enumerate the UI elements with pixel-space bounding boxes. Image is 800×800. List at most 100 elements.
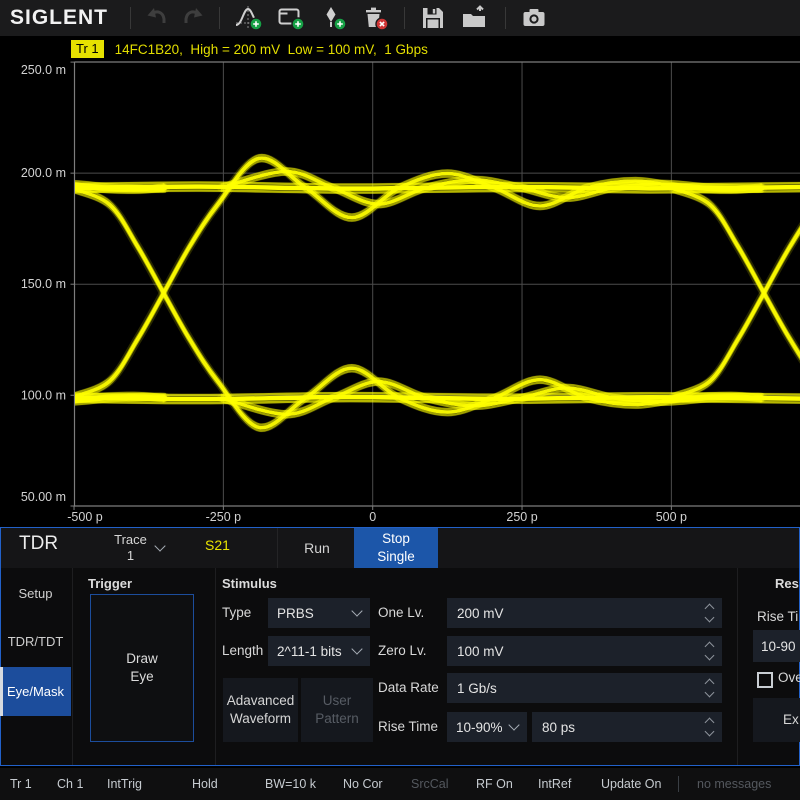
- status-no-cor[interactable]: No Cor: [343, 777, 383, 791]
- overlay-label: Ove: [778, 664, 800, 692]
- response-rise-time-dropdown[interactable]: 10-90: [753, 630, 800, 662]
- length-dropdown[interactable]: 2^11-1 bits: [268, 636, 370, 666]
- overlay-checkbox[interactable]: [757, 672, 773, 688]
- stop-single-button[interactable]: Stop Single: [354, 528, 438, 568]
- eye-diagram-plot[interactable]: 250.0 m 200.0 m 150.0 m 100.0 m 50.00 m-500 …: [0, 0, 800, 527]
- status-hold[interactable]: Hold: [192, 777, 218, 791]
- toolbar-separator: [505, 7, 506, 29]
- toolbar: SIGLENT: [0, 0, 800, 36]
- status-bw-10-k[interactable]: BW=10 k: [265, 777, 316, 791]
- rise-time-ref-value: 10-90%: [456, 720, 503, 735]
- response-rise-time-label: Rise Ti: [757, 606, 800, 628]
- svg-text:-250 p: -250 p: [206, 510, 241, 524]
- one-level-spinner: [706, 598, 713, 628]
- svg-text:100.0 m: 100.0 m: [21, 388, 66, 402]
- plot-grid: [71, 62, 800, 510]
- spinner-down-icon[interactable]: [705, 651, 715, 661]
- screenshot-icon: [521, 5, 547, 31]
- add-marker-icon: [319, 5, 347, 31]
- panel-divider: [737, 568, 738, 765]
- toolbar-separator: [219, 7, 220, 29]
- stimulus-group-title: Stimulus: [222, 576, 277, 591]
- redo-button[interactable]: [175, 2, 211, 34]
- status-bar: Tr 1Ch 1IntTrigHoldBW=10 kNo CorSrcCalRF…: [0, 768, 800, 800]
- svg-text:50.00 m: 50.00 m: [21, 490, 66, 504]
- data-rate-input[interactable]: 1 Gb/s: [447, 673, 722, 703]
- add-window-icon: [277, 5, 305, 31]
- chevron-down-icon: [351, 605, 362, 616]
- screenshot-button[interactable]: [514, 2, 554, 34]
- trigger-group-title: Trigger: [88, 576, 132, 591]
- status-ch-1[interactable]: Ch 1: [57, 777, 83, 791]
- spinner-down-icon[interactable]: [705, 613, 715, 623]
- chevron-down-icon: [351, 643, 362, 654]
- add-trace-icon: [234, 5, 264, 31]
- data-rate-value: 1 Gb/s: [457, 681, 497, 696]
- spinner-down-icon[interactable]: [705, 688, 715, 698]
- add-marker-button[interactable]: [312, 2, 354, 34]
- rise-time-input[interactable]: 80 ps: [532, 712, 722, 742]
- one-level-input[interactable]: 200 mV: [447, 598, 722, 628]
- data-rate-label: Data Rate: [378, 673, 439, 703]
- trace-badge[interactable]: Tr 1: [71, 40, 104, 58]
- undo-button[interactable]: [139, 2, 175, 34]
- type-label: Type: [222, 598, 251, 628]
- draw-eye-button[interactable]: Draw Eye: [90, 594, 194, 742]
- length-label: Length: [222, 636, 263, 666]
- add-window-button[interactable]: [270, 2, 312, 34]
- undo-icon: [144, 5, 170, 31]
- chevron-down-icon: [508, 719, 519, 730]
- trace-info-bar: Tr 1 14FC1B20, High = 200 mV Low = 100 m…: [71, 40, 428, 58]
- user-pattern-button[interactable]: User Pattern: [301, 678, 373, 742]
- rise-time-spinner: [706, 712, 713, 742]
- svg-text:200.0 m: 200.0 m: [21, 166, 66, 180]
- recall-icon: [461, 5, 489, 31]
- svg-text:150.0 m: 150.0 m: [21, 277, 66, 291]
- rise-time-ref-dropdown[interactable]: 10-90%: [447, 712, 527, 742]
- header-divider: [277, 528, 278, 568]
- export-button[interactable]: Ex: [753, 698, 800, 742]
- type-dropdown[interactable]: PRBS: [268, 598, 370, 628]
- status-tr-1[interactable]: Tr 1: [10, 777, 32, 791]
- status-rf-on[interactable]: RF On: [476, 777, 513, 791]
- advanced-waveform-button[interactable]: Adavanced Waveform: [223, 678, 298, 742]
- recall-button[interactable]: [453, 2, 497, 34]
- svg-text:250 p: 250 p: [506, 510, 537, 524]
- type-value: PRBS: [277, 606, 314, 621]
- s-parameter-label[interactable]: S21: [205, 537, 230, 553]
- svg-text:0: 0: [369, 510, 376, 524]
- save-button[interactable]: [413, 2, 453, 34]
- zero-level-label: Zero Lv.: [378, 636, 427, 666]
- data-rate-spinner: [706, 673, 713, 703]
- svg-text:500 p: 500 p: [656, 510, 687, 524]
- rise-time-label: Rise Time: [378, 712, 438, 742]
- delete-trace-button[interactable]: [354, 2, 396, 34]
- status-intref[interactable]: IntRef: [538, 777, 571, 791]
- one-level-value: 200 mV: [457, 606, 504, 621]
- sidebar-item-eye-mask[interactable]: Eye/Mask: [0, 667, 71, 716]
- trace-selector[interactable]: Trace 1: [98, 529, 180, 567]
- status-update-on[interactable]: Update On: [601, 777, 661, 791]
- status-no-messages: no messages: [697, 777, 771, 791]
- chevron-down-icon: [154, 540, 165, 551]
- svg-text:-500 p: -500 p: [67, 510, 102, 524]
- length-value: 2^11-1 bits: [277, 644, 342, 659]
- brand-logo: SIGLENT: [10, 6, 108, 30]
- sidebar-item-tdr-tdt[interactable]: TDR/TDT: [0, 626, 71, 656]
- run-button[interactable]: Run: [286, 529, 348, 567]
- svg-text:250.0 m: 250.0 m: [21, 63, 66, 77]
- zero-level-spinner: [706, 636, 713, 666]
- sidebar-item-setup[interactable]: Setup: [0, 578, 71, 608]
- zero-level-input[interactable]: 100 mV: [447, 636, 722, 666]
- eye-trace: [0, 155, 800, 431]
- delete-trace-icon: [361, 5, 389, 31]
- zero-level-value: 100 mV: [457, 644, 504, 659]
- axis-tick-labels: 250.0 m 200.0 m 150.0 m 100.0 m 50.00 m-500 …: [21, 63, 687, 524]
- spinner-down-icon[interactable]: [705, 727, 715, 737]
- response-rise-time-value: 10-90: [761, 639, 796, 654]
- save-icon: [420, 5, 446, 31]
- status-inttrig[interactable]: IntTrig: [107, 777, 142, 791]
- toolbar-separator: [130, 7, 131, 29]
- trace-selector-label: Trace 1: [114, 532, 147, 565]
- add-trace-button[interactable]: [228, 2, 270, 34]
